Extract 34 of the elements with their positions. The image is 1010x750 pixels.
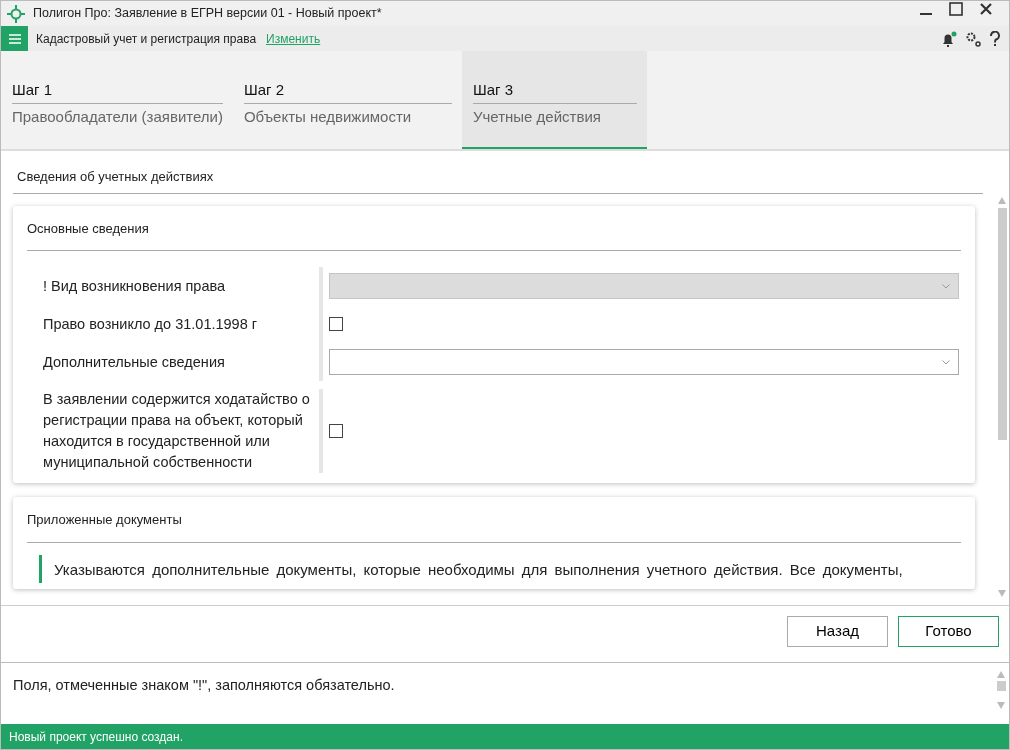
notification-bell-icon[interactable] bbox=[941, 30, 957, 47]
status-bar: Новый проект успешно создан. bbox=[1, 724, 1009, 749]
chevron-down-icon bbox=[942, 359, 950, 365]
step-tab[interactable]: Шаг 3 Учетные действия bbox=[461, 51, 647, 149]
action-button[interactable]: Готово bbox=[898, 616, 999, 647]
info-note: Указываются дополнительные документы, которые необходимы для выполнения учетного действия. Все документы, bbox=[39, 554, 961, 583]
hint-message: Поля, отмеченные знаком "!", заполняются обязательно. bbox=[13, 676, 395, 695]
dropdown-field[interactable] bbox=[329, 349, 959, 375]
menu-button[interactable] bbox=[1, 26, 28, 51]
chevron-down-icon bbox=[942, 283, 950, 289]
card-title: Основные сведения bbox=[27, 215, 961, 251]
scroll-up-icon[interactable] bbox=[998, 197, 1006, 204]
window-title: Полигон Про: Заявление в ЕГРН версии 01 - Новый проект* bbox=[33, 5, 382, 23]
scroll-down-icon[interactable] bbox=[998, 590, 1006, 597]
menu-icon bbox=[8, 33, 21, 44]
field-label: Дополнительные сведения bbox=[43, 352, 225, 372]
field-label: ! Вид возникновения права bbox=[43, 276, 226, 296]
app-logo-icon bbox=[7, 4, 25, 23]
scrollbar-thumb[interactable] bbox=[997, 208, 1007, 440]
field-label: В заявлении содержится ходатайство о регистрации права на объект, который находится в государственной или муниципальной собственности bbox=[43, 390, 311, 472]
scroll-down-icon[interactable] bbox=[997, 702, 1005, 709]
checkbox[interactable] bbox=[329, 424, 343, 438]
section-title: Сведения об учетных действиях bbox=[13, 163, 983, 194]
card-title: Приложенные документы bbox=[27, 507, 961, 543]
checkbox[interactable] bbox=[329, 317, 343, 331]
help-icon[interactable] bbox=[989, 30, 1001, 47]
step-tab[interactable]: Шаг 2 Объекты недвижимости bbox=[232, 51, 462, 149]
settings-icon[interactable] bbox=[965, 30, 981, 47]
mode-label: Кадастровый учет и регистрация права bbox=[36, 30, 257, 48]
action-button[interactable]: Назад bbox=[787, 616, 888, 647]
field-label: Право возникло до 31.01.1998 г bbox=[43, 314, 258, 334]
step-tab[interactable]: Шаг 1 Правообладатели (заявители) bbox=[1, 51, 233, 149]
scroll-up-icon[interactable] bbox=[997, 671, 1005, 678]
scrollbar-thumb[interactable] bbox=[996, 681, 1006, 691]
